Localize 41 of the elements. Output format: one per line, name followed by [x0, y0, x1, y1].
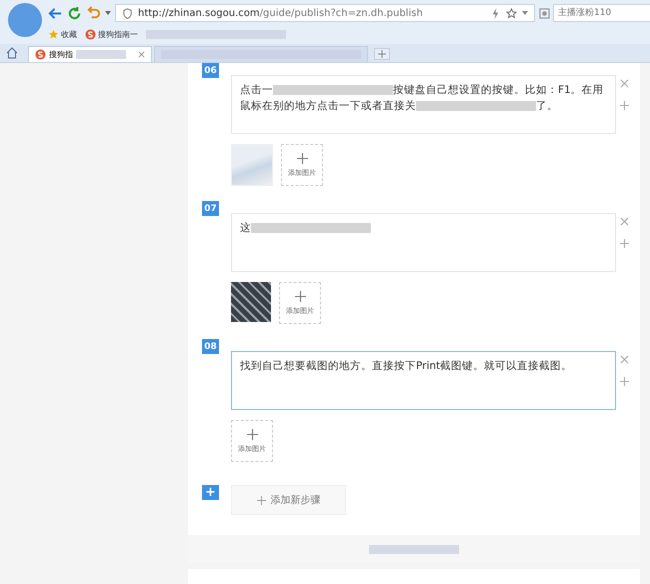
new-tab-button[interactable]: [374, 48, 390, 60]
add-step-button[interactable]: 添加新步骤: [231, 485, 346, 515]
browser-tab[interactable]: 搜狗指: [28, 46, 152, 62]
site-logo-icon: [35, 49, 46, 60]
search-field[interactable]: 主播涨粉110: [553, 4, 650, 22]
plus-icon: [246, 428, 258, 440]
step-number: 08: [202, 339, 219, 354]
close-icon[interactable]: [138, 51, 145, 58]
plus-icon: [294, 290, 306, 302]
star-icon: [48, 28, 59, 40]
search-engine-icon: [539, 8, 550, 18]
plus-icon[interactable]: [620, 377, 629, 386]
star-icon[interactable]: [506, 8, 517, 18]
lightning-icon[interactable]: [490, 8, 501, 18]
close-icon[interactable]: [620, 355, 629, 364]
caret-icon[interactable]: [105, 11, 111, 15]
caret-icon[interactable]: [522, 11, 528, 15]
step-number: 06: [202, 63, 219, 78]
close-icon[interactable]: [620, 79, 629, 88]
back-icon[interactable]: [48, 6, 63, 20]
close-icon[interactable]: [620, 217, 629, 226]
refresh-icon[interactable]: [67, 6, 82, 20]
image-thumbnail[interactable]: [231, 144, 273, 186]
undo-icon[interactable]: [86, 6, 101, 20]
plus-icon: [256, 496, 266, 504]
step-number: 07: [202, 201, 219, 216]
site-logo-icon: [85, 28, 96, 40]
step-text-field[interactable]: 找到自己想要截图的地方。直接按下Print截图键。就可以直接截图。: [231, 351, 616, 410]
step-text-field[interactable]: 点击一 按键盘自己想设置的按键。比如：F1。在用鼠标在别的地方点击一下或者直接关 了。: [231, 75, 616, 134]
browser-logo-icon: [8, 3, 42, 37]
home-icon[interactable]: [6, 47, 18, 59]
plus-icon: [296, 152, 308, 164]
plus-icon[interactable]: [620, 239, 629, 248]
step-text-field[interactable]: 这: [231, 213, 616, 272]
address-bar[interactable]: http://zhinan.sogou.com/guide/publish?ch=zn.dh.publish: [115, 4, 535, 22]
plus-icon[interactable]: [620, 101, 629, 110]
bookmark-item[interactable]: 搜狗指南一: [85, 28, 138, 40]
shield-icon: [122, 8, 133, 18]
bookmark-item[interactable]: 收藏: [48, 28, 77, 40]
image-thumbnail[interactable]: [231, 282, 271, 322]
url-text: http://zhinan.sogou.com/guide/publish?ch=zn.dh.publish: [138, 8, 423, 18]
